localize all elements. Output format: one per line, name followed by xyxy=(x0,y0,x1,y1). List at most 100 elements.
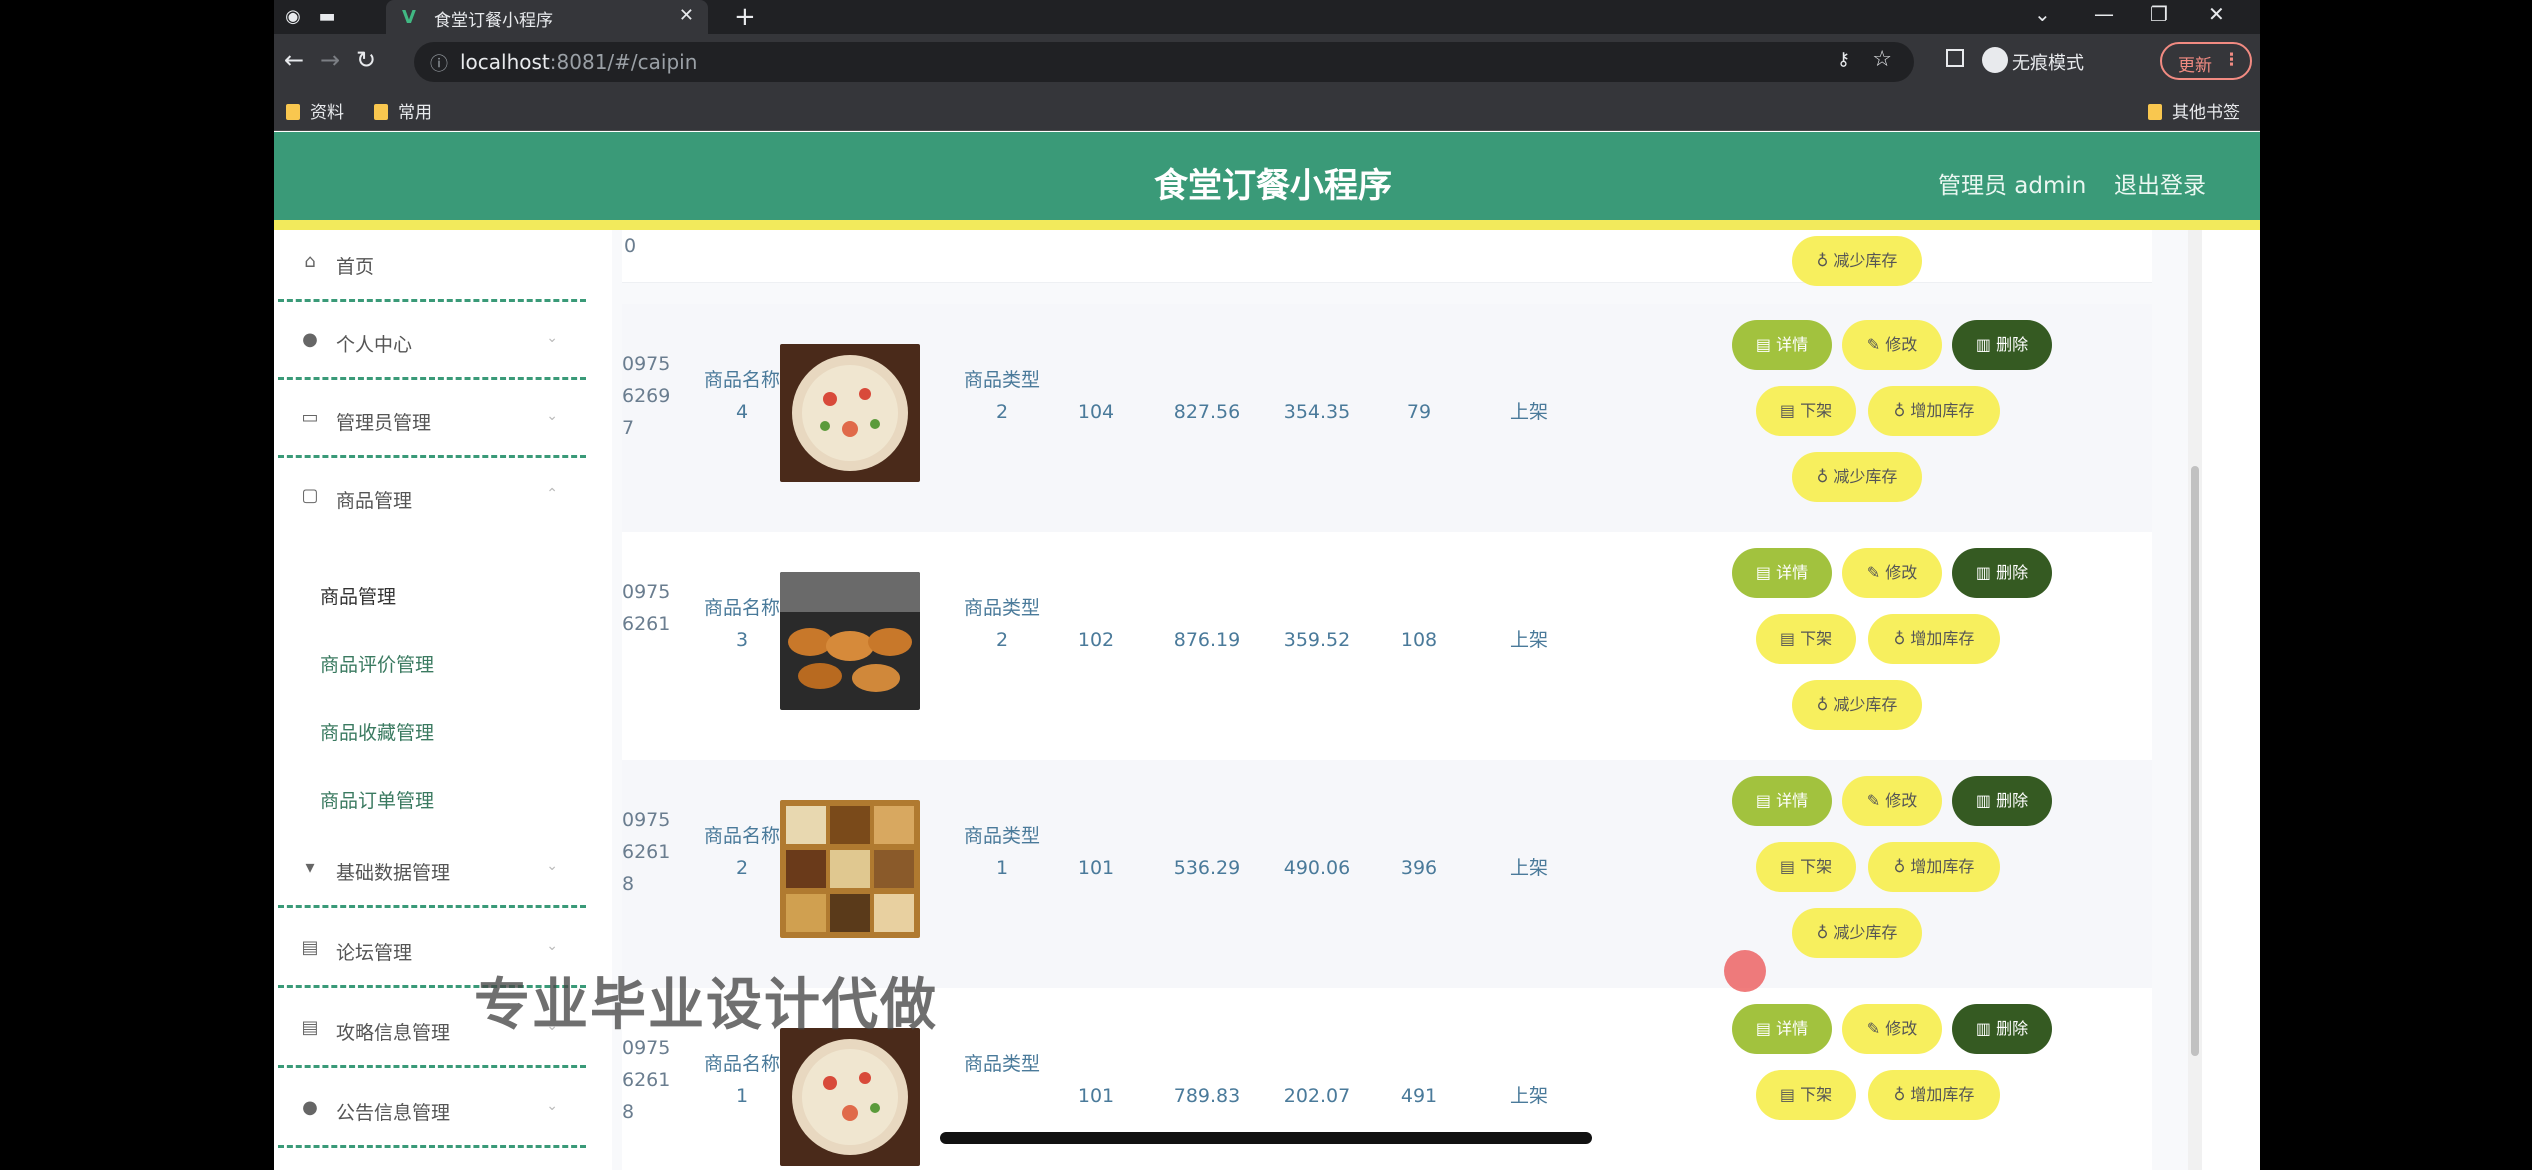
close-tab-icon[interactable]: ✕ xyxy=(679,5,694,26)
bookmark-item[interactable]: 资料 xyxy=(286,98,344,123)
type-line: 1 xyxy=(995,857,1009,879)
add-stock-button[interactable]: ♁ 增加库存 xyxy=(1868,1070,2000,1120)
reduce-stock-button[interactable]: ♁ 减少库存 xyxy=(1792,452,1922,502)
add-stock-button[interactable]: ♁ 增加库存 xyxy=(1868,386,2000,436)
button-label: 下架 xyxy=(1800,857,1833,876)
name-line: 1 xyxy=(735,1085,749,1107)
original-price-cell: 827.56 xyxy=(1173,401,1241,423)
offshelf-button[interactable]: ▤ 下架 xyxy=(1756,386,1856,436)
edit-button[interactable]: ✎ 修改 xyxy=(1842,548,1942,598)
edit-button[interactable]: ✎ 修改 xyxy=(1842,776,1942,826)
new-tab-button[interactable]: + xyxy=(734,2,756,32)
id-line: 6261 xyxy=(622,1069,671,1091)
original-price-cell: 876.19 xyxy=(1173,629,1241,651)
reduce-stock-button[interactable]: ♁ 减少库存 xyxy=(1792,680,1922,730)
home-icon: ⌂ xyxy=(304,251,316,272)
edit-button[interactable]: ✎ 修改 xyxy=(1842,1004,1942,1054)
folder-icon xyxy=(286,104,300,120)
detail-button[interactable]: ▤ 详情 xyxy=(1732,776,1832,826)
price-cell: 490.06 xyxy=(1283,857,1351,879)
bookmark-label: 资料 xyxy=(310,103,344,123)
bookmark-star-icon[interactable]: ☆ xyxy=(1872,47,1892,72)
minimize-button[interactable]: — xyxy=(2094,2,2114,26)
active-tab[interactable]: V 食堂订餐小程序 ✕ xyxy=(386,0,708,34)
detail-button[interactable]: ▤ 详情 xyxy=(1732,548,1832,598)
detail-button[interactable]: ▤ 详情 xyxy=(1732,1004,1832,1054)
update-button[interactable]: 更新 ⋮ xyxy=(2160,42,2252,80)
price-cell: 359.52 xyxy=(1283,629,1351,651)
mouse-cursor-highlight xyxy=(1724,950,1766,992)
close-window-button[interactable]: ✕ xyxy=(2208,2,2225,26)
sidebar-item-announcements[interactable]: ● 公告信息管理 ⌄ xyxy=(278,1070,586,1148)
name-line: 商品名称 xyxy=(703,597,780,619)
reload-icon[interactable]: ↻ xyxy=(356,46,376,74)
forward-icon[interactable]: → xyxy=(320,46,340,74)
other-bookmarks[interactable]: 其他书签 xyxy=(2148,98,2240,123)
bulb-icon: ♁ xyxy=(1893,857,1911,876)
sidebar-item-profile[interactable]: ● 个人中心 ⌄ xyxy=(278,302,586,380)
sidebar-item-basic-data[interactable]: ▾ 基础数据管理 ⌄ xyxy=(278,830,586,908)
sidebar-item-label: 论坛管理 xyxy=(336,942,413,964)
sidebar-item-products[interactable]: ▢ 商品管理 ⌃ xyxy=(278,458,586,536)
bulb-icon: ♁ xyxy=(1893,1085,1911,1104)
detail-button[interactable]: ▤ 详情 xyxy=(1732,320,1832,370)
sidebar-item-admins[interactable]: ▭ 管理员管理 ⌄ xyxy=(278,380,586,458)
side-panel-icon[interactable] xyxy=(1946,49,1964,67)
globe-icon[interactable]: ◉ xyxy=(282,6,304,28)
status-cell: 上架 xyxy=(1509,1085,1548,1107)
table-row: 0975 6261 商品名称 3 商品类型 2 102 876.19 359.52 1… xyxy=(622,532,2152,761)
id-cell: 0975 6261 8 xyxy=(622,804,692,900)
reduce-stock-button[interactable]: ♁ 减少库存 xyxy=(1792,236,1922,286)
delete-button[interactable]: ▥ 删除 xyxy=(1952,1004,2052,1054)
stock-cell: 491 xyxy=(1400,1085,1438,1107)
original-price-cell: 789.83 xyxy=(1173,1085,1241,1107)
edit-button[interactable]: ✎ 修改 xyxy=(1842,320,1942,370)
add-stock-button[interactable]: ♁ 增加库存 xyxy=(1868,614,2000,664)
sidebar-item-label: 首页 xyxy=(336,256,375,278)
document-icon: ▤ xyxy=(1779,1085,1801,1104)
button-label: 减少库存 xyxy=(1833,467,1898,486)
folder-icon xyxy=(2148,104,2162,120)
offshelf-button[interactable]: ▤ 下架 xyxy=(1756,1070,1856,1120)
button-label: 增加库存 xyxy=(1910,1085,1975,1104)
offshelf-button[interactable]: ▤ 下架 xyxy=(1756,614,1856,664)
add-stock-button[interactable]: ♁ 增加库存 xyxy=(1868,842,2000,892)
type-line: 2 xyxy=(995,401,1009,423)
category-cell: 101 xyxy=(1077,1085,1115,1107)
id-line: 0975 xyxy=(622,581,671,603)
scrollbar-thumb[interactable] xyxy=(2191,466,2199,1056)
site-info-icon[interactable]: ⓘ xyxy=(430,50,448,76)
button-label: 增加库存 xyxy=(1910,629,1975,648)
status-cell: 上架 xyxy=(1509,629,1548,651)
submenu-product-management[interactable]: 商品管理 xyxy=(320,582,396,609)
offshelf-button[interactable]: ▤ 下架 xyxy=(1756,842,1856,892)
tab-overview-icon[interactable]: ▬ xyxy=(316,6,338,28)
bulb-icon: ♁ xyxy=(1816,923,1834,942)
url-path: :8081/#/caipin xyxy=(549,50,698,74)
back-icon[interactable]: ← xyxy=(284,46,304,74)
vertical-scrollbar[interactable] xyxy=(2188,230,2202,1170)
button-label: 增加库存 xyxy=(1910,857,1975,876)
button-label: 减少库存 xyxy=(1833,695,1898,714)
delete-button[interactable]: ▥ 删除 xyxy=(1952,548,2052,598)
incognito-label: 无痕模式 xyxy=(2012,53,2084,74)
button-label: 删除 xyxy=(1996,335,2029,354)
delete-button[interactable]: ▥ 删除 xyxy=(1952,320,2052,370)
submenu-product-favorites[interactable]: 商品收藏管理 xyxy=(320,718,434,745)
password-key-icon[interactable]: ⚷ xyxy=(1837,49,1850,70)
pencil-icon: ✎ xyxy=(1866,563,1886,582)
address-bar[interactable]: ⓘ localhost:8081/#/caipin ⚷ ☆ xyxy=(414,42,1914,82)
chevron-down-icon: ⌄ xyxy=(546,938,558,954)
restore-button[interactable]: ❐ xyxy=(2150,2,2168,26)
logout-link[interactable]: 退出登录 xyxy=(2114,166,2206,200)
submenu-product-reviews[interactable]: 商品评价管理 xyxy=(320,650,434,677)
submenu-product-orders[interactable]: 商品订单管理 xyxy=(320,786,434,813)
bookmark-item[interactable]: 常用 xyxy=(374,98,432,123)
bulb-icon: ♁ xyxy=(1816,695,1834,714)
delete-button[interactable]: ▥ 删除 xyxy=(1952,776,2052,826)
vue-favicon-icon: V xyxy=(402,7,416,28)
sidebar-item-home[interactable]: ⌂ 首页 xyxy=(278,224,586,302)
reduce-stock-button[interactable]: ♁ 减少库存 xyxy=(1792,908,1922,958)
tab-search-icon[interactable]: ⌄ xyxy=(2034,2,2051,26)
product-image xyxy=(780,800,920,938)
